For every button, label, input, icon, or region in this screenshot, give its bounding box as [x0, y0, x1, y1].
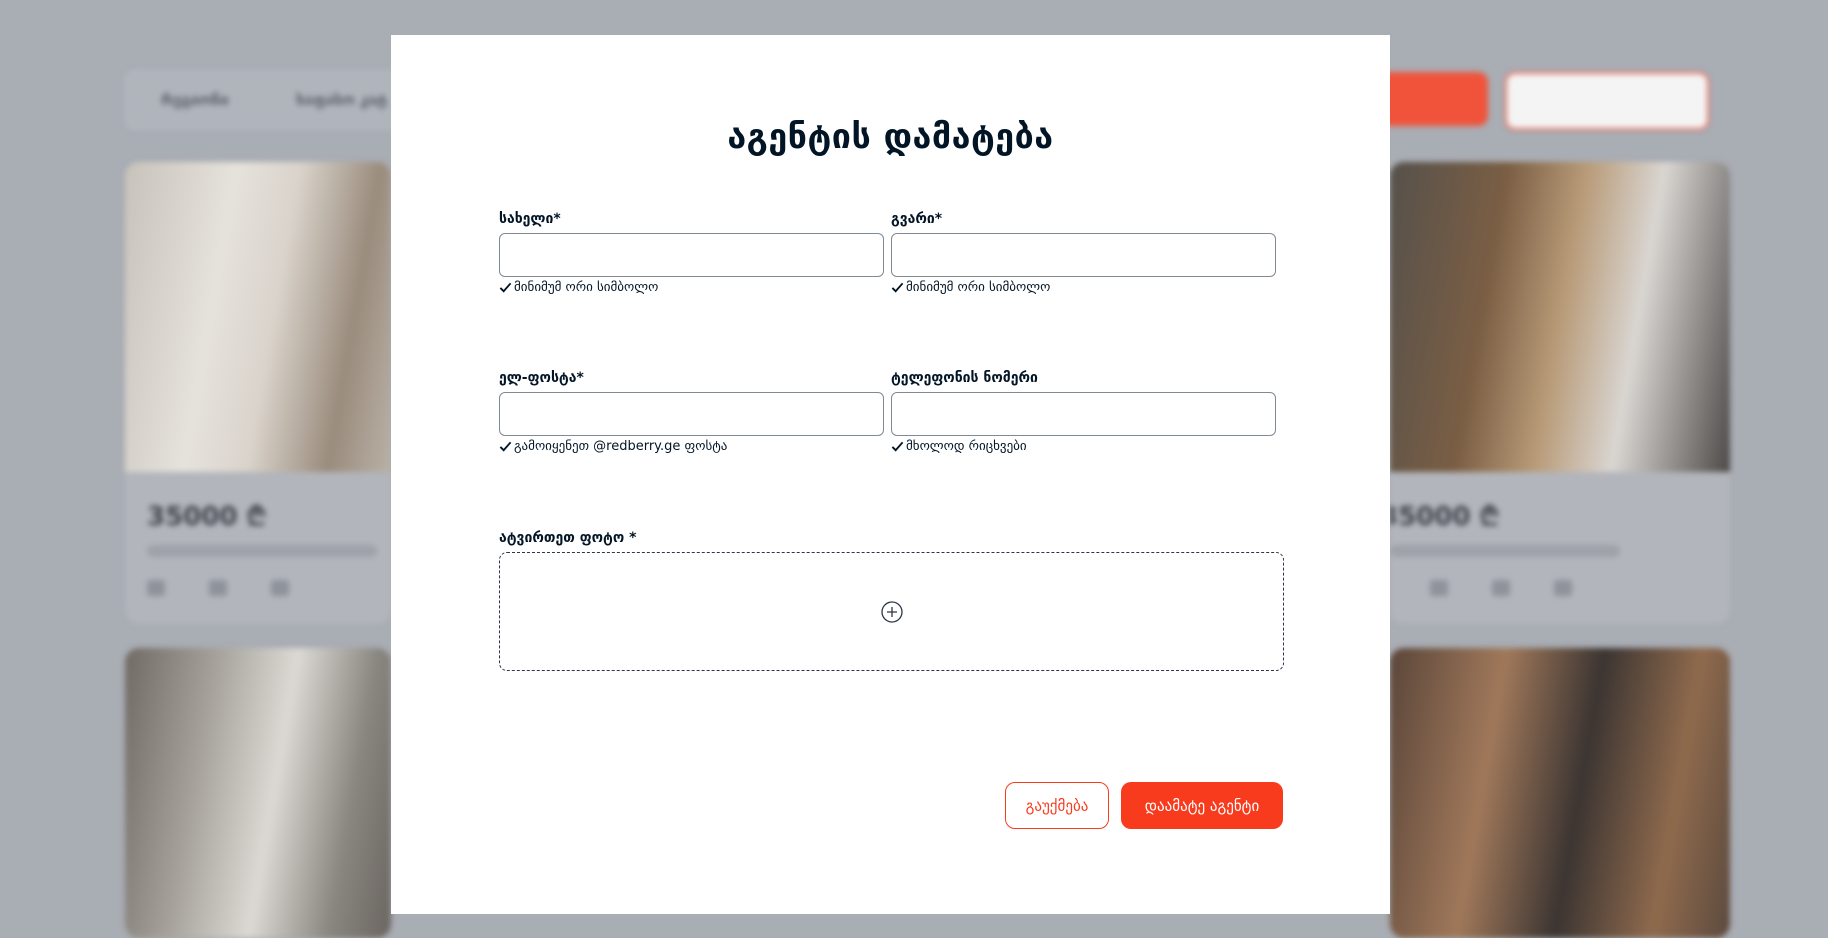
phone-label: ტელეფონის ნომერი	[891, 370, 1038, 386]
phone-input[interactable]	[891, 392, 1276, 436]
check-icon	[891, 441, 904, 452]
listing-price: 35000 ₾	[147, 502, 267, 532]
listing-card: 35000 ₾	[1390, 162, 1730, 624]
phone-hint: მხოლოდ რიცხვები	[891, 439, 1276, 454]
listing-photo	[125, 162, 391, 472]
last-name-hint-text: მინიმუმ ორი სიმბოლო	[906, 280, 1051, 295]
filter-price: საფასო კატ	[296, 91, 388, 109]
first-name-field: სახელი* მინიმუმ ორი სიმბოლო	[499, 211, 884, 295]
listing-address	[1390, 545, 1620, 557]
add-agent-modal: აგენტის დამატება სახელი* მინიმუმ ორი სიმ…	[391, 35, 1390, 914]
check-icon	[499, 441, 512, 452]
listing-card	[125, 648, 391, 938]
listing-features	[1430, 580, 1616, 596]
last-name-field: გვარი* მინიმუმ ორი სიმბოლო	[891, 211, 1276, 295]
phone-hint-text: მხოლოდ რიცხვები	[906, 439, 1027, 454]
listing-photo	[1390, 648, 1730, 938]
email-input[interactable]	[499, 392, 884, 436]
listing-photo	[125, 648, 391, 938]
listing-price: 35000 ₾	[1390, 502, 1500, 532]
listing-photo	[1390, 162, 1730, 472]
listing-features	[147, 580, 333, 596]
last-name-label: გვარი*	[891, 211, 943, 227]
first-name-input[interactable]	[499, 233, 884, 277]
add-agent-button[interactable]: დაამატე აგენტი	[1121, 782, 1283, 829]
plus-circle-icon[interactable]	[880, 600, 904, 624]
photo-upload-dropzone[interactable]	[499, 552, 1284, 671]
filter-region: რეგიონი	[161, 91, 229, 109]
first-name-hint-text: მინიმუმ ორი სიმბოლო	[514, 280, 659, 295]
add-agent-button-bg	[1505, 72, 1709, 130]
email-hint-text: გამოიყენეთ @redberry.ge ფოსტა	[514, 439, 728, 454]
email-field: ელ-ფოსტა* გამოიყენეთ @redberry.ge ფოსტა	[499, 370, 884, 454]
last-name-input[interactable]	[891, 233, 1276, 277]
email-hint: გამოიყენეთ @redberry.ge ფოსტა	[499, 439, 884, 454]
listing-card: 35000 ₾	[125, 162, 391, 624]
first-name-label: სახელი*	[499, 211, 561, 227]
check-icon	[499, 282, 512, 293]
cancel-button[interactable]: გაუქმება	[1005, 782, 1109, 829]
upload-label: ატვირთეთ ფოტო *	[499, 530, 637, 546]
listing-address	[147, 545, 377, 557]
phone-field: ტელეფონის ნომერი მხოლოდ რიცხვები	[891, 370, 1276, 454]
check-icon	[891, 282, 904, 293]
first-name-hint: მინიმუმ ორი სიმბოლო	[499, 280, 884, 295]
last-name-hint: მინიმუმ ორი სიმბოლო	[891, 280, 1276, 295]
listing-card	[1390, 648, 1730, 938]
modal-title: აგენტის დამატება	[727, 117, 1054, 157]
email-label: ელ-ფოსტა*	[499, 370, 584, 386]
filter-bar: რეგიონი საფასო კატ	[125, 70, 427, 130]
